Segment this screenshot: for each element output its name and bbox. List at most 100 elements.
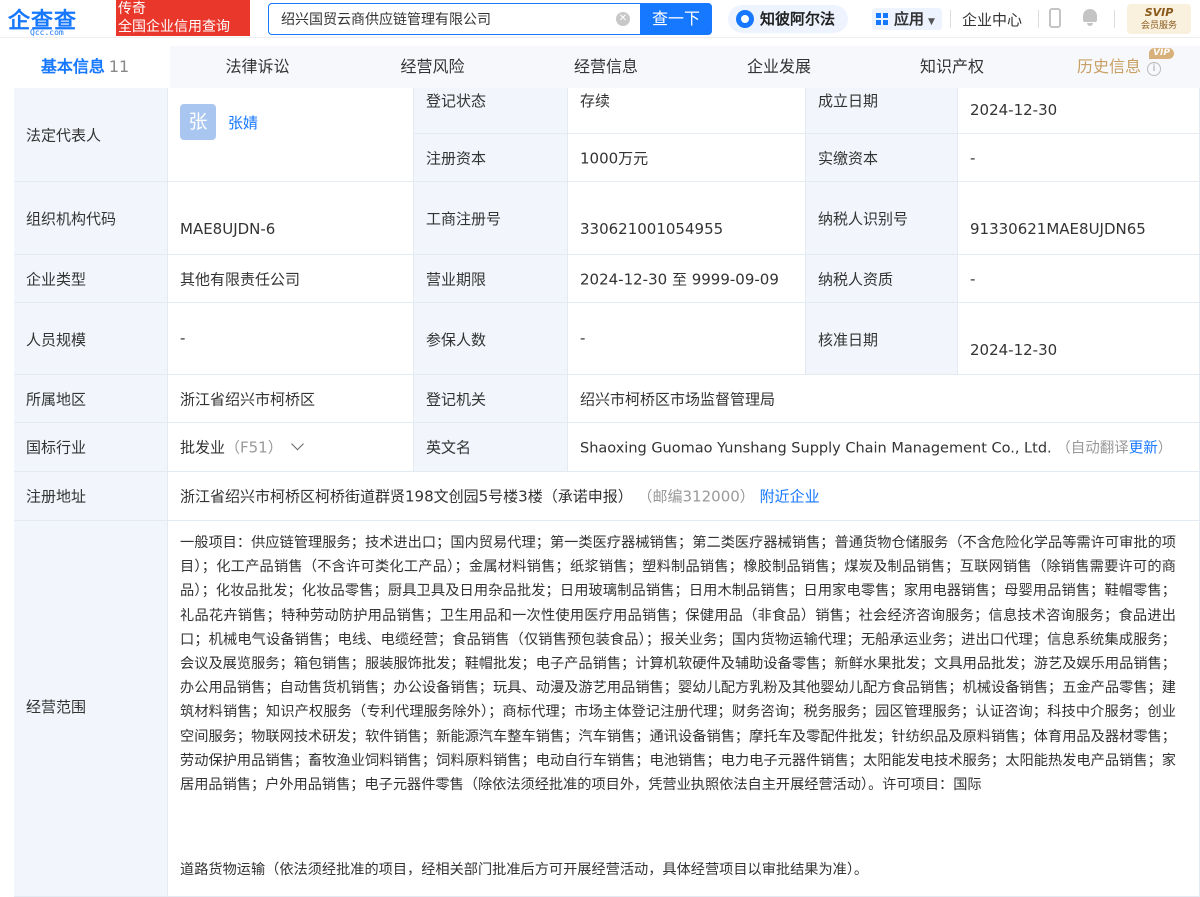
english-name-text: Shaoxing Guomao Yunshang Supply Chain Ma… xyxy=(580,440,1052,457)
taxpayer-qual-value: - xyxy=(970,269,976,288)
est-date-cell: 2024-12-30 xyxy=(958,88,1200,134)
scope-cell: 一般项目：供应链管理服务；技术进出口；国内贸易代理；第一类医疗器械销售；第二类医… xyxy=(168,521,1200,897)
region-cell: 浙江省绍兴市柯桥区 xyxy=(168,375,414,423)
scope-label: 经营范围 xyxy=(26,698,87,716)
ent-type-value: 其他有限责任公司 xyxy=(180,270,301,288)
region-value: 浙江省绍兴市柯桥区 xyxy=(180,390,316,408)
reg-authority-label: 登记机关 xyxy=(426,390,487,408)
slogan-banner: 传奇 全国企业信用查询 xyxy=(116,0,250,36)
insured-label-cell: 参保人数 xyxy=(414,303,568,375)
tab-risk[interactable]: 经营风险 xyxy=(345,46,520,88)
tab-basic-info[interactable]: 基本信息 11 xyxy=(0,46,170,88)
svip-button[interactable]: SVIP 会员服务 xyxy=(1127,4,1191,34)
nearby-companies-link[interactable]: 附近企业 xyxy=(760,488,820,506)
biz-reg-no-label: 工商注册号 xyxy=(426,210,502,228)
region-label: 所属地区 xyxy=(26,390,87,408)
search-button[interactable]: 查一下 xyxy=(640,3,712,35)
est-date-label: 成立日期 xyxy=(818,92,879,110)
org-code-cell: MAE8UJDN-6 xyxy=(168,182,414,255)
bell-icon[interactable] xyxy=(1082,9,1098,27)
approve-date-label-cell: 核准日期 xyxy=(806,303,958,375)
legal-rep-name-link[interactable]: 张婧 xyxy=(228,112,258,133)
biz-reg-no-cell: 330621001054955 xyxy=(568,182,806,255)
mobile-app-icon[interactable] xyxy=(1049,8,1061,28)
tab-development[interactable]: 企业发展 xyxy=(692,46,866,88)
taxpayer-id-label: 纳税人识别号 xyxy=(818,210,909,228)
top-bar: 企查查 Qcc.com 传奇 全国企业信用查询 ✕ 查一下 知彼阿尔法 应用▼ … xyxy=(0,0,1200,38)
approve-date-label: 核准日期 xyxy=(818,331,879,349)
address-value: 浙江省绍兴市柯桥区柯桥街道群贤198文创园5号楼3楼（承诺申报） （邮编3120… xyxy=(180,486,820,507)
biz-term-label: 营业期限 xyxy=(426,270,487,288)
org-code-value: MAE8UJDN-6 xyxy=(180,220,276,238)
region-label-cell: 所属地区 xyxy=(14,375,168,423)
tab-ip[interactable]: 知识产权 xyxy=(866,46,1038,88)
insured-cell: - xyxy=(568,303,806,375)
paid-capital-label: 实缴资本 xyxy=(818,149,879,167)
divider xyxy=(950,10,951,28)
reg-capital-label-cell: 注册资本 xyxy=(414,134,568,182)
taxpayer-id-value: 91330621MAE8UJDN65 xyxy=(970,220,1146,238)
industry-text: 批发业 xyxy=(180,438,226,457)
staff-size-label: 人员规模 xyxy=(26,331,87,349)
biz-term-label-cell: 营业期限 xyxy=(414,255,568,303)
avatar[interactable]: 张 xyxy=(180,104,216,140)
biz-term-cell: 2024-12-30 至 9999-09-09 xyxy=(568,255,806,303)
svip-subtitle: 会员服务 xyxy=(1140,21,1177,31)
english-name-label-cell: 英文名 xyxy=(414,423,568,472)
update-link[interactable]: 更新 xyxy=(1129,441,1158,457)
search-input[interactable] xyxy=(281,4,611,34)
info-icon[interactable]: i xyxy=(1147,62,1161,76)
est-date-label-cell: 成立日期 xyxy=(806,88,958,134)
english-name-value: Shaoxing Guomao Yunshang Supply Chain Ma… xyxy=(580,437,1172,458)
enterprise-center-link[interactable]: 企业中心 xyxy=(962,9,1022,30)
tab-history[interactable]: VIP 历史信息 i xyxy=(1038,46,1200,88)
paid-capital-value: - xyxy=(970,148,976,167)
tab-operation[interactable]: 经营信息 xyxy=(520,46,692,88)
caret-down-icon: ▼ xyxy=(928,17,935,27)
legal-rep-cell: 张 张婧 xyxy=(168,88,414,182)
zhibi-label: 知彼阿尔法 xyxy=(760,10,836,28)
paid-capital-cell: - xyxy=(958,134,1200,182)
postcode: （邮编312000） xyxy=(637,487,755,506)
ent-type-label-cell: 企业类型 xyxy=(14,255,168,303)
est-date-value: 2024-12-30 xyxy=(970,101,1058,119)
basic-info-table: 法定代表人 张 张婧 登记状态 存续 成立日期 2024-12-30 注册资本 … xyxy=(14,88,1200,897)
tab-bar: 基本信息 11 法律诉讼 经营风险 经营信息 企业发展 知识产权 VIP 历史信息… xyxy=(0,46,1200,88)
chevron-down-icon[interactable] xyxy=(290,437,304,451)
ent-type-label: 企业类型 xyxy=(26,270,87,288)
insured-value: - xyxy=(580,329,586,347)
address-label: 注册地址 xyxy=(26,487,87,506)
reg-authority-cell: 绍兴市柯桥区市场监督管理局 xyxy=(568,375,1200,423)
legal-rep-label: 法定代表人 xyxy=(26,126,102,144)
reg-status-label-cell: 登记状态 xyxy=(414,88,568,134)
english-name-label: 英文名 xyxy=(426,438,472,457)
zhibi-logo-icon xyxy=(736,10,754,28)
zhibi-alpha-button[interactable]: 知彼阿尔法 xyxy=(728,5,848,33)
staff-size-label-cell: 人员规模 xyxy=(14,303,168,375)
reg-status-value: 存续 xyxy=(580,92,611,110)
auto-translate-note: （自动翻译 xyxy=(1056,440,1129,457)
qcc-logo[interactable]: 企查查 Qcc.com xyxy=(8,4,114,37)
divider xyxy=(1038,10,1039,28)
industry-label-cell: 国标行业 xyxy=(14,423,168,472)
address-text: 浙江省绍兴市柯桥区柯桥街道群贤198文创园5号楼3楼（承诺申报） xyxy=(180,487,633,506)
search-box: ✕ xyxy=(268,3,640,35)
industry-value: 批发业（F51） xyxy=(180,437,304,458)
tab-label: 历史信息 xyxy=(1076,57,1141,76)
taxpayer-qual-label: 纳税人资质 xyxy=(818,270,894,288)
taxpayer-qual-label-cell: 纳税人资质 xyxy=(806,255,958,303)
divider xyxy=(1114,10,1115,28)
scope-label-cell: 经营范围 xyxy=(14,521,168,897)
industry-label: 国标行业 xyxy=(26,438,87,457)
staff-size-value: - xyxy=(180,329,186,347)
biz-term-value: 2024-12-30 至 9999-09-09 xyxy=(580,270,779,288)
tab-label: 基本信息 xyxy=(40,57,105,76)
scope-text-last: 道路货物运输（依法须经批准的项目，经相关部门批准后方可开展经营活动，具体经营项目… xyxy=(180,862,869,878)
industry-cell[interactable]: 批发业（F51） xyxy=(168,423,414,472)
tab-legal[interactable]: 法律诉讼 xyxy=(170,46,345,88)
apps-menu[interactable]: 应用 ▼ xyxy=(872,8,942,30)
slogan-line2: 全国企业信用查询 xyxy=(118,19,230,35)
taxpayer-id-cell: 91330621MAE8UJDN65 xyxy=(958,182,1200,255)
clear-icon[interactable]: ✕ xyxy=(616,12,630,26)
reg-status-label: 登记状态 xyxy=(426,92,487,110)
